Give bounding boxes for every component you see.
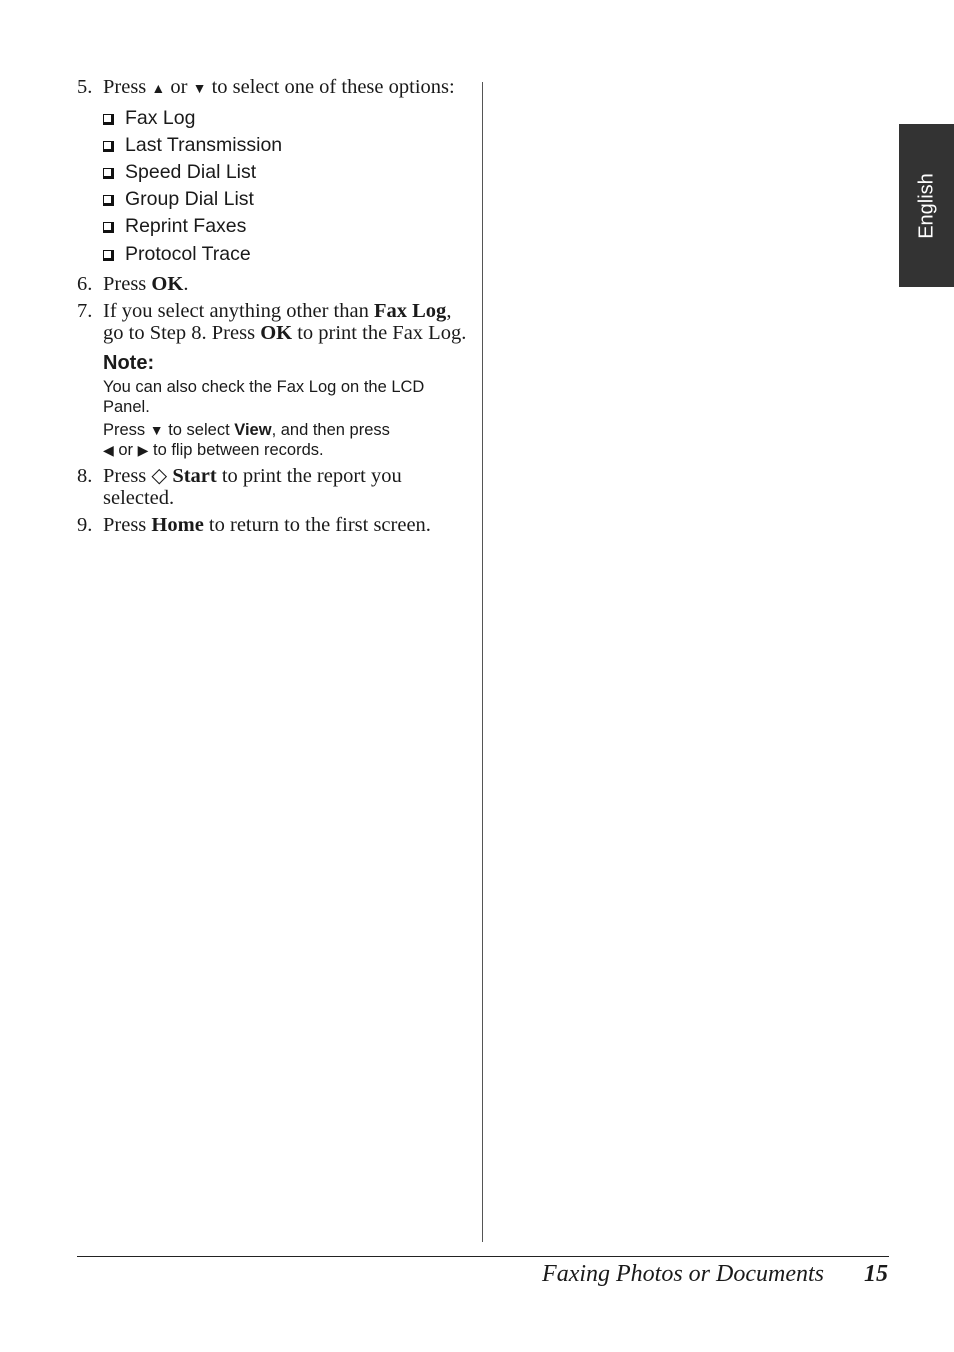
step-number: 6.	[77, 272, 93, 295]
step-text: If you select anything other than	[103, 300, 374, 323]
checkbox-icon	[103, 222, 114, 234]
checkbox-icon	[103, 168, 114, 179]
option-label: Reprint Faxes	[125, 215, 247, 238]
page-number: 15	[864, 1261, 888, 1287]
up-arrow-icon: ▲	[151, 82, 166, 97]
column-divider	[482, 82, 483, 1242]
option-item: Fax Log	[103, 105, 467, 132]
options-list: Fax Log Last Transmission Speed Dial Lis…	[103, 105, 467, 268]
option-item: Protocol Trace	[103, 241, 467, 268]
footer-rule	[77, 1256, 889, 1257]
option-label: Last Transmission	[125, 133, 283, 156]
option-label: Group Dial List	[125, 188, 254, 211]
option-item: Group Dial List	[103, 186, 467, 213]
note-box: Note: You can also check the Fax Log on …	[103, 351, 467, 460]
step-number: 9.	[77, 514, 93, 537]
note-text: to select	[163, 421, 235, 440]
step-7: 7. If you select anything other than Fax…	[77, 300, 467, 460]
option-label: Protocol Trace	[125, 242, 251, 265]
checkbox-icon	[103, 249, 114, 261]
step-number: 7.	[77, 300, 93, 323]
option-item: Last Transmission	[103, 132, 467, 159]
language-tab: English	[899, 124, 954, 287]
note-text: , and then press	[271, 421, 390, 440]
instruction-column: 5. Press ▲ or ▼ to select one of these o…	[77, 76, 467, 543]
language-tab-label: English	[915, 172, 937, 239]
option-item: Reprint Faxes	[103, 213, 467, 240]
step-text: to print the Fax Log.	[292, 321, 467, 344]
ok-button-label: OK	[151, 272, 184, 295]
checkbox-icon	[103, 140, 114, 152]
right-arrow-icon: ▶	[137, 441, 149, 458]
step-5: 5. Press ▲ or ▼ to select one of these o…	[77, 76, 467, 268]
step-number: 5.	[77, 76, 93, 98]
step-text: to select one of these options:	[206, 76, 455, 98]
note-text: to flip between records.	[148, 440, 324, 459]
step-8: 8. Press ◇ Start to print the report you…	[77, 465, 467, 509]
step-text: Press	[103, 514, 152, 537]
step-text: to return to the first screen.	[203, 514, 431, 537]
step-text: Press	[103, 272, 152, 295]
view-label: View	[234, 421, 272, 440]
step-text: Press	[103, 76, 152, 98]
down-arrow-icon: ▼	[149, 422, 164, 439]
option-label: Fax Log	[125, 106, 196, 129]
checkbox-icon	[103, 113, 114, 125]
step-text: or	[165, 76, 193, 98]
note-text: or	[113, 440, 138, 459]
option-label: Speed Dial List	[125, 160, 257, 183]
home-button-label: Home	[151, 514, 204, 537]
down-arrow-icon: ▼	[192, 82, 207, 97]
option-item: Speed Dial List	[103, 159, 467, 186]
start-button-label: Start	[172, 465, 217, 488]
step-text: Press	[103, 465, 152, 488]
ok-button-label: OK	[260, 321, 293, 344]
step-text: .	[183, 272, 189, 295]
note-paragraph: Press ▼ to select View, and then press ◀…	[103, 421, 467, 460]
step-6: 6. Press OK.	[77, 272, 467, 296]
note-title: Note:	[103, 352, 155, 375]
note-text: Press	[103, 421, 150, 440]
checkbox-icon	[103, 195, 114, 207]
start-diamond-icon: ◇	[151, 465, 168, 488]
note-paragraph: You can also check the Fax Log on the LC…	[103, 378, 425, 416]
step-9: 9. Press Home to return to the first scr…	[77, 514, 467, 537]
left-arrow-icon: ◀	[103, 441, 114, 458]
footer-chapter-title: Faxing Photos or Documents	[542, 1261, 824, 1287]
fax-log-label: Fax Log	[373, 300, 447, 323]
step-number: 8.	[77, 465, 93, 488]
